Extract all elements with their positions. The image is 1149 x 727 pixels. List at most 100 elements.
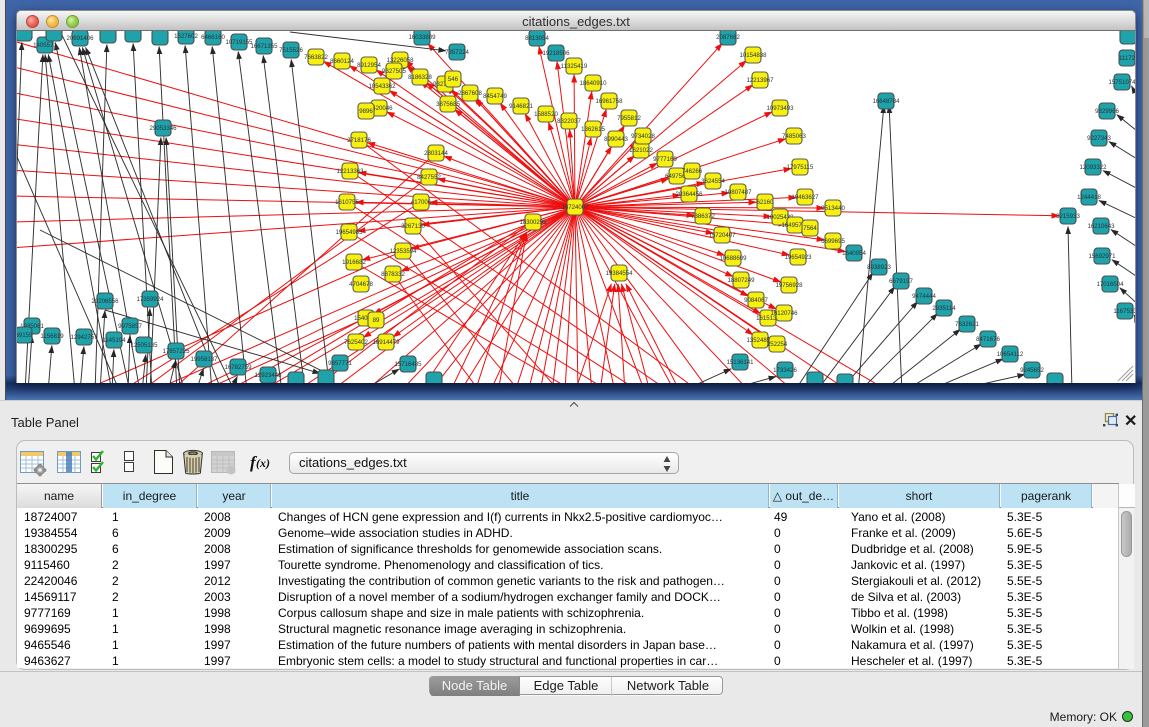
svg-text:89: 89 <box>373 317 380 324</box>
svg-text:8186328: 8186328 <box>408 74 432 81</box>
svg-text:7386372: 7386372 <box>691 213 715 220</box>
svg-text:19756928: 19756928 <box>775 282 803 289</box>
svg-text:6466160: 6466160 <box>201 34 225 41</box>
svg-text:1733426: 1733426 <box>773 367 797 374</box>
svg-text:2087662: 2087662 <box>716 34 740 41</box>
svg-text:4704678: 4704678 <box>349 281 373 288</box>
svg-text:746266: 746266 <box>682 168 703 175</box>
svg-text:18807249: 18807249 <box>727 277 755 284</box>
svg-text:19384554: 19384554 <box>605 270 633 277</box>
svg-text:16648784: 16648784 <box>872 98 900 105</box>
svg-text:9857771: 9857771 <box>328 360 352 367</box>
svg-text:252254: 252254 <box>767 341 788 348</box>
svg-text:8454749: 8454749 <box>483 93 507 100</box>
svg-text:11172: 11172 <box>1119 55 1135 62</box>
svg-text:3624554: 3624554 <box>701 178 725 185</box>
svg-text:12923448: 12923448 <box>254 372 282 379</box>
svg-text:12353594: 12353594 <box>389 248 417 255</box>
svg-text:18300295: 18300295 <box>519 219 547 226</box>
svg-text:1145194: 1145194 <box>102 337 126 344</box>
svg-text:7564: 7564 <box>803 225 817 232</box>
svg-text:12213967: 12213967 <box>746 77 774 84</box>
svg-text:15720407: 15720407 <box>708 232 736 239</box>
svg-text:20206556: 20206556 <box>91 298 119 305</box>
svg-text:1362615: 1362615 <box>581 126 605 133</box>
svg-text:9084067: 9084067 <box>744 297 768 304</box>
svg-text:10807487: 10807487 <box>724 189 752 196</box>
svg-text:8990443: 8990443 <box>604 136 628 143</box>
svg-text:8322037: 8322037 <box>557 118 581 125</box>
svg-text:2803144: 2803144 <box>424 150 448 157</box>
svg-text:17975115: 17975115 <box>787 164 814 171</box>
svg-text:10973493: 10973493 <box>766 105 794 112</box>
svg-text:1156819: 1156819 <box>40 333 64 340</box>
svg-text:19654985: 19654985 <box>335 229 363 236</box>
svg-text:10719155: 10719155 <box>225 39 253 46</box>
svg-text:8471676: 8471676 <box>976 336 1000 343</box>
svg-text:11325419: 11325419 <box>561 63 588 70</box>
svg-text:1640954: 1640954 <box>842 250 866 257</box>
svg-text:3267130: 3267130 <box>401 223 425 230</box>
svg-text:16782759: 16782759 <box>224 364 252 371</box>
svg-text:7625402: 7625402 <box>344 339 368 346</box>
svg-text:1610755: 1610755 <box>335 199 359 206</box>
svg-text:1916682: 1916682 <box>342 259 366 266</box>
svg-text:15716485: 15716485 <box>394 361 422 368</box>
svg-text:10154838: 10154838 <box>739 52 767 59</box>
svg-text:8912954: 8912954 <box>357 62 381 69</box>
svg-text:2867608: 2867608 <box>458 90 482 97</box>
svg-text:2935114: 2935114 <box>932 305 956 312</box>
svg-text:12093322: 12093322 <box>1079 164 1107 171</box>
svg-text:15692971: 15692971 <box>1088 253 1116 260</box>
svg-text:417006: 417006 <box>411 199 432 206</box>
svg-text:9513440: 9513440 <box>821 205 845 212</box>
svg-text:7485063: 7485063 <box>782 133 806 140</box>
svg-text:12942757: 12942757 <box>70 334 98 341</box>
svg-text:15751074: 15751074 <box>1108 79 1135 86</box>
svg-text:9734028: 9734028 <box>631 133 655 140</box>
svg-text:9327505: 9327505 <box>382 68 406 75</box>
svg-text:1244418: 1244418 <box>1077 194 1101 201</box>
svg-text:19958137: 19958137 <box>190 356 218 363</box>
svg-text:18724007: 18724007 <box>561 204 589 211</box>
svg-text:(x): (x) <box>256 456 270 470</box>
svg-text:16961758: 16961758 <box>595 98 623 105</box>
svg-text:1588520: 1588520 <box>534 111 558 118</box>
svg-text:8813054: 8813054 <box>525 35 549 42</box>
svg-text:17359924: 17359924 <box>136 296 164 303</box>
svg-text:12505135: 12505135 <box>130 342 158 349</box>
svg-text:7357224: 7357224 <box>445 49 469 56</box>
svg-text:16033809: 16033809 <box>408 34 436 41</box>
svg-text:1405571: 1405571 <box>33 42 57 49</box>
svg-text:12213363: 12213363 <box>336 168 364 175</box>
svg-text:6679197: 6679197 <box>889 278 913 285</box>
svg-text:19463627: 19463627 <box>791 194 819 201</box>
svg-text:8938923: 8938923 <box>867 264 891 271</box>
svg-text:16120746: 16120746 <box>770 310 798 317</box>
svg-text:9975857: 9975857 <box>118 323 142 330</box>
svg-text:9777169: 9777169 <box>653 156 677 163</box>
svg-text:7515526: 7515526 <box>279 47 303 54</box>
svg-text:6699695: 6699695 <box>821 238 845 245</box>
svg-text:20691406: 20691406 <box>66 35 94 42</box>
svg-text:2718176: 2718176 <box>347 137 371 144</box>
svg-text:10654112: 10654112 <box>997 351 1024 358</box>
svg-text:16914479: 16914479 <box>372 339 400 346</box>
svg-text:546: 546 <box>448 76 459 83</box>
svg-text:19218506: 19218506 <box>542 50 570 57</box>
svg-text:8878332: 8878332 <box>381 271 405 278</box>
svg-text:9896: 9896 <box>359 108 373 115</box>
svg-text:7663822: 7663822 <box>304 54 328 61</box>
svg-text:9227343: 9227343 <box>1087 135 1111 142</box>
svg-text:15136141: 15136141 <box>726 359 754 366</box>
svg-text:19654923: 19654923 <box>784 254 812 261</box>
svg-text:9146821: 9146821 <box>509 103 533 110</box>
svg-text:7632621: 7632621 <box>955 321 979 328</box>
svg-text:9329966: 9329966 <box>1095 108 1119 115</box>
svg-text:9245652: 9245652 <box>1020 367 1044 374</box>
svg-text:9474444: 9474444 <box>912 293 936 300</box>
svg-text:8427552: 8427552 <box>417 174 441 181</box>
svg-text:16210643: 16210643 <box>1087 223 1115 230</box>
svg-text:20364456: 20364456 <box>675 191 703 198</box>
svg-text:1527602: 1527602 <box>174 33 198 40</box>
